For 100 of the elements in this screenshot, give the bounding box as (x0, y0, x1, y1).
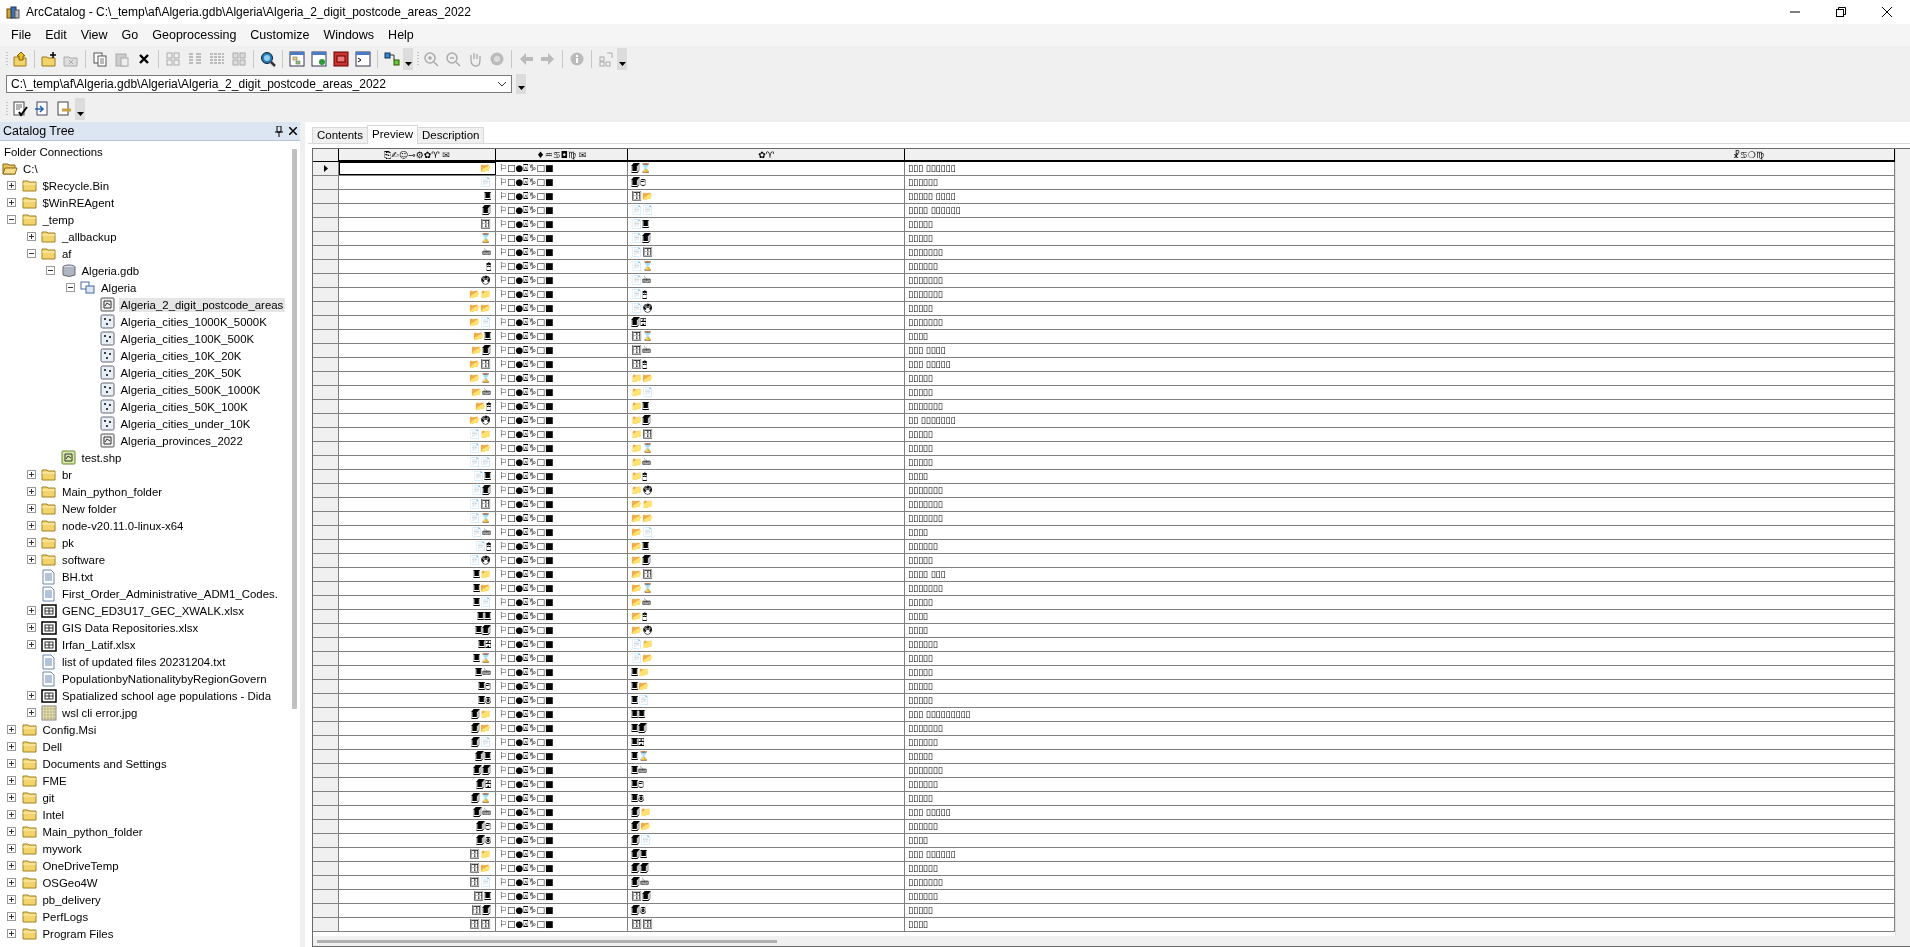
search-window-button[interactable] (309, 48, 329, 70)
expand-toggle[interactable] (26, 555, 36, 564)
close-button[interactable] (286, 127, 300, 135)
expand-toggle[interactable] (26, 640, 36, 649)
tree-item[interactable]: pk (60, 535, 77, 550)
tree-item[interactable]: wsl cli error.jpg (60, 705, 140, 720)
expand-toggle[interactable] (26, 521, 36, 530)
expand-toggle[interactable] (7, 912, 17, 921)
expand-toggle[interactable] (7, 725, 17, 734)
tree-item[interactable]: Algeria (99, 280, 139, 295)
tree-item[interactable]: Algeria_cities_under_10K (118, 416, 253, 431)
tree-item[interactable]: Algeria.gdb (79, 263, 142, 278)
tree-item[interactable]: Folder Connections (2, 144, 105, 159)
expand-toggle[interactable] (7, 861, 17, 870)
tree-item[interactable]: software (60, 552, 108, 567)
expand-toggle[interactable] (26, 487, 36, 496)
tree-item[interactable]: FME (40, 773, 69, 788)
expand-toggle[interactable] (26, 606, 36, 615)
tree-item[interactable]: OneDriveTemp (40, 858, 121, 873)
expand-toggle[interactable] (7, 198, 17, 207)
tree-item[interactable]: Config.Msi (40, 722, 99, 737)
collapse-toggle[interactable] (26, 249, 36, 258)
collapse-toggle[interactable] (46, 266, 56, 275)
toolbar-options-button[interactable] (516, 74, 526, 94)
tab[interactable]: Description (416, 127, 485, 143)
tree-item[interactable]: node-v20.11.0-linux-x64 (60, 518, 186, 533)
tree-item[interactable]: PopulationbyNationalitybyRegionGovern (60, 671, 269, 686)
corner-header[interactable] (313, 149, 339, 161)
expand-toggle[interactable] (26, 623, 36, 632)
expand-toggle[interactable] (7, 810, 17, 819)
tree-item[interactable]: Irfan_Latif.xlsx (60, 637, 138, 652)
tree-item[interactable]: Algeria_2_digit_postcode_areas (118, 297, 286, 312)
collapse-toggle[interactable] (7, 215, 17, 224)
tree-item[interactable]: OSGeo4W (40, 875, 100, 890)
column-header[interactable]: ⎘✍☺⊸⚙✿♈ ✉ (339, 149, 496, 161)
tree-item[interactable]: _temp (40, 212, 77, 227)
expand-toggle[interactable] (26, 708, 36, 717)
menu-item[interactable]: Windows (316, 26, 382, 44)
chevron-down-icon[interactable] (497, 81, 507, 87)
tree-item[interactable]: GENC_ED3U17_GEC_XWALK.xlsx (60, 603, 246, 618)
scrollbar[interactable] (1895, 149, 1910, 936)
tree-item[interactable]: af (60, 246, 74, 261)
expand-toggle[interactable] (26, 504, 36, 513)
expand-toggle[interactable] (7, 895, 17, 904)
tree-item[interactable]: Algeria_cities_100K_500K (118, 331, 257, 346)
expand-toggle[interactable] (7, 776, 17, 785)
tree-item[interactable]: $WinREAgent (40, 195, 117, 210)
tree-item[interactable]: _allbackup (60, 229, 119, 244)
location-combo[interactable]: C:\_temp\af\Algeria.gdb\Algeria\Algeria_2_digit_postcode_areas_2022 (6, 75, 512, 93)
tree-item[interactable]: mywork (40, 841, 84, 856)
expand-toggle[interactable] (26, 470, 36, 479)
expand-toggle[interactable] (7, 844, 17, 853)
expand-toggle[interactable] (26, 232, 36, 241)
toolbar-options-button[interactable] (75, 98, 85, 120)
expand-toggle[interactable] (7, 929, 17, 938)
tree-item[interactable]: Program Files (40, 926, 116, 941)
tree-item[interactable]: Algeria_cities_20K_50K (118, 365, 244, 380)
menu-item[interactable]: Edit (38, 26, 74, 44)
expand-toggle[interactable] (7, 793, 17, 802)
python-window-button[interactable] (353, 48, 373, 70)
menu-item[interactable]: View (73, 26, 115, 44)
tree-item[interactable]: Algeria_cities_50K_100K (118, 399, 250, 414)
menu-item[interactable]: Customize (243, 26, 317, 44)
tab[interactable]: Contents (312, 127, 369, 143)
menu-item[interactable]: Geoprocessing (145, 26, 244, 44)
tree-item[interactable]: PerfLogs (40, 909, 91, 924)
tree-item[interactable]: list of updated files 20231204.txt (60, 654, 228, 669)
tree-item[interactable]: BH.txt (60, 569, 95, 584)
tree-item[interactable]: GIS Data Repositories.xlsx (60, 620, 201, 635)
expand-toggle[interactable] (7, 742, 17, 751)
tree-item[interactable]: Intel (40, 807, 67, 822)
catalog-window-button[interactable] (287, 48, 307, 70)
toolbar-options-button[interactable] (403, 48, 413, 70)
tree-item[interactable]: Algeria_cities_500K_1000K (118, 382, 263, 397)
menu-item[interactable]: Help (381, 26, 421, 44)
tree-item[interactable]: Main_python_folder (40, 824, 145, 839)
expand-toggle[interactable] (7, 878, 17, 887)
row-header[interactable] (313, 162, 339, 175)
tree-item[interactable]: $Recycle.Bin (40, 178, 111, 193)
tree-item[interactable]: Documents and Settings (40, 756, 169, 771)
toolbar-options-button[interactable] (617, 48, 627, 70)
tree-item[interactable]: Spatialized school age populations - Dida (60, 688, 273, 703)
tree-item[interactable]: test.shp (79, 450, 124, 465)
tree-item[interactable]: Dell (40, 739, 65, 754)
tree-item[interactable]: First_Order_Administrative_ADM1_Codes. (60, 586, 280, 601)
menu-item[interactable]: Go (114, 26, 146, 44)
tree-item[interactable]: New folder (60, 501, 119, 516)
expand-toggle[interactable] (26, 538, 36, 547)
tree-item[interactable]: br (60, 467, 75, 482)
tree-item[interactable]: Algeria_provinces_2022 (118, 433, 245, 448)
tree-item[interactable]: pb_delivery (40, 892, 103, 907)
column-header[interactable]: ♦♒♋◘♍ ✉ (496, 149, 628, 161)
expand-toggle[interactable] (26, 691, 36, 700)
column-header[interactable]: ✿♈ (628, 149, 905, 161)
pin-button[interactable] (272, 125, 286, 137)
tree-item[interactable]: C:\ (21, 161, 40, 176)
menu-item[interactable]: File (4, 26, 39, 44)
tree-item[interactable]: git (40, 790, 57, 805)
tree-item[interactable]: Algeria_cities_10K_20K (118, 348, 244, 363)
expand-toggle[interactable] (7, 181, 17, 190)
